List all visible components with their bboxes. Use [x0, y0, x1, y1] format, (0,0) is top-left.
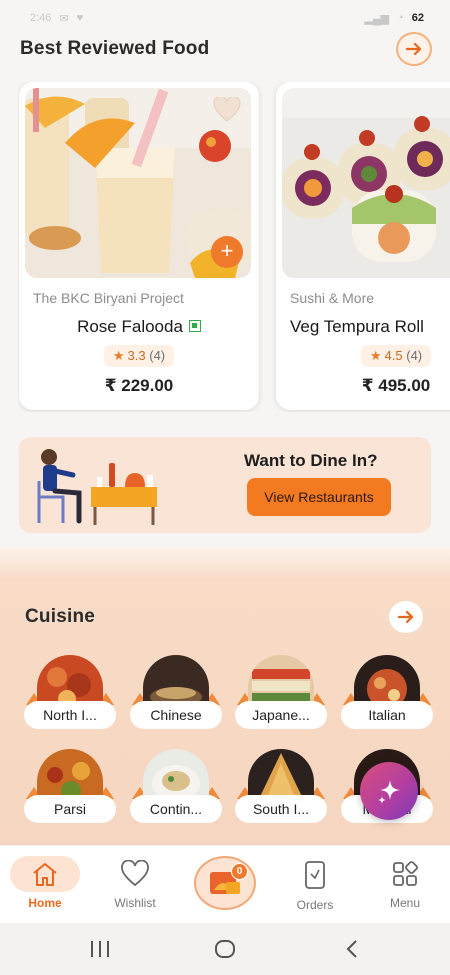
nav-wishlist-label: Wishlist [114, 896, 156, 910]
review-count: (4) [149, 348, 166, 363]
dish-name-row: Rose Falooda [19, 317, 259, 337]
dish-name: Rose Falooda [77, 317, 183, 336]
food-card[interactable]: Sushi & More Veg Tempura Roll ★ 4.5 (4) ₹… [276, 82, 450, 410]
cuisine-label: Japane... [235, 701, 327, 729]
status-bar: 2:46 ✉ ♥ ▂▄▆ ◔ 62 [0, 0, 450, 36]
nav-orders[interactable]: Orders [275, 856, 355, 922]
heart-icon [213, 97, 241, 122]
rating-value: 4.5 [384, 348, 403, 363]
best-reviewed-carousel[interactable]: + The BKC Biryani Project Rose Falooda ★… [18, 82, 450, 412]
dish-name: Veg Tempura Roll [290, 317, 424, 336]
cuisine-chinese[interactable]: Chinese [130, 655, 222, 737]
cuisine-continental[interactable]: Contin... [130, 749, 222, 831]
bottom-navigation: Home Wishlist 0 Orders Menu [0, 845, 450, 923]
status-time: 2:46 [30, 12, 52, 24]
star-icon: ★ [369, 348, 382, 363]
cuisine-label: South I... [235, 795, 327, 823]
wifi-icon: ◔ [397, 12, 404, 24]
cuisine-title: Cuisine [25, 606, 96, 627]
nav-wishlist[interactable]: Wishlist [95, 856, 175, 922]
rating-value: 3.3 [127, 348, 146, 363]
cuisine-label: Contin... [130, 795, 222, 823]
restaurant-name: Sushi & More [290, 290, 375, 306]
signal-icon: ▂▄▆ [364, 12, 390, 25]
best-reviewed-see-all-button[interactable] [396, 32, 432, 66]
cuisine-south-indian[interactable]: South I... [235, 749, 327, 831]
view-restaurants-button[interactable]: View Restaurants [247, 478, 391, 516]
cuisine-see-all-button[interactable] [389, 601, 423, 633]
cuisine-label: Italian [341, 701, 433, 729]
orders-phone-icon [305, 861, 325, 889]
sparkle-icon [378, 780, 400, 804]
dish-name-row: Veg Tempura Roll [290, 317, 450, 337]
wishlist-heart-button[interactable] [211, 96, 243, 124]
best-reviewed-header: Best Reviewed Food [20, 32, 432, 66]
cart-count-badge: 0 [231, 863, 248, 880]
cuisine-north-indian[interactable]: North I... [24, 655, 116, 737]
cuisine-japanese[interactable]: Japane... [235, 655, 327, 737]
grid-menu-icon [393, 861, 418, 886]
heart-status-icon: ♥ [76, 12, 84, 24]
system-navigation-bar [0, 923, 450, 975]
rating-badge: ★ 4.5 (4) [360, 345, 432, 367]
review-count: (4) [406, 348, 423, 363]
nav-menu[interactable]: Menu [365, 856, 445, 922]
nav-home-label: Home [28, 896, 62, 910]
star-icon: ★ [112, 348, 125, 363]
restaurant-name: The BKC Biryani Project [33, 290, 184, 306]
home-icon [33, 863, 57, 886]
cart-button[interactable]: 0 [194, 856, 256, 910]
back-icon[interactable] [342, 938, 362, 960]
cuisine-label: Parsi [24, 795, 116, 823]
food-card[interactable]: + The BKC Biryani Project Rose Falooda ★… [19, 82, 259, 410]
home-circle-icon[interactable] [213, 938, 237, 960]
battery-level: 62 [411, 12, 424, 24]
recent-apps-icon[interactable] [88, 939, 112, 959]
ai-assistant-button[interactable] [360, 762, 418, 820]
cuisine-label: Chinese [130, 701, 222, 729]
cuisine-parsi[interactable]: Parsi [24, 749, 116, 831]
cuisine-header: Cuisine [25, 601, 423, 633]
food-image [282, 88, 450, 278]
veg-indicator-icon [188, 319, 201, 332]
food-image: + [25, 88, 251, 278]
cuisine-italian[interactable]: Italian [341, 655, 433, 737]
nav-menu-label: Menu [389, 896, 421, 910]
arrow-right-icon [397, 610, 414, 624]
cuisine-label: North I... [24, 701, 116, 729]
nav-home[interactable]: Home [5, 856, 85, 922]
dine-in-title: Want to Dine In? [244, 451, 378, 470]
arrow-right-icon [405, 42, 422, 56]
heart-outline-icon [121, 860, 149, 887]
notification-icon: ✉ [59, 12, 69, 25]
dish-price: ₹ 229.00 [104, 376, 174, 395]
add-to-cart-button[interactable]: + [211, 236, 243, 268]
best-reviewed-title: Best Reviewed Food [20, 38, 210, 59]
nav-orders-label: Orders [296, 898, 334, 912]
dine-in-banner: Want to Dine In? View Restaurants [19, 437, 431, 533]
dining-illustration [37, 449, 157, 525]
rating-badge: ★ 3.3 (4) [103, 345, 175, 367]
dish-price: ₹ 495.00 [361, 376, 431, 395]
